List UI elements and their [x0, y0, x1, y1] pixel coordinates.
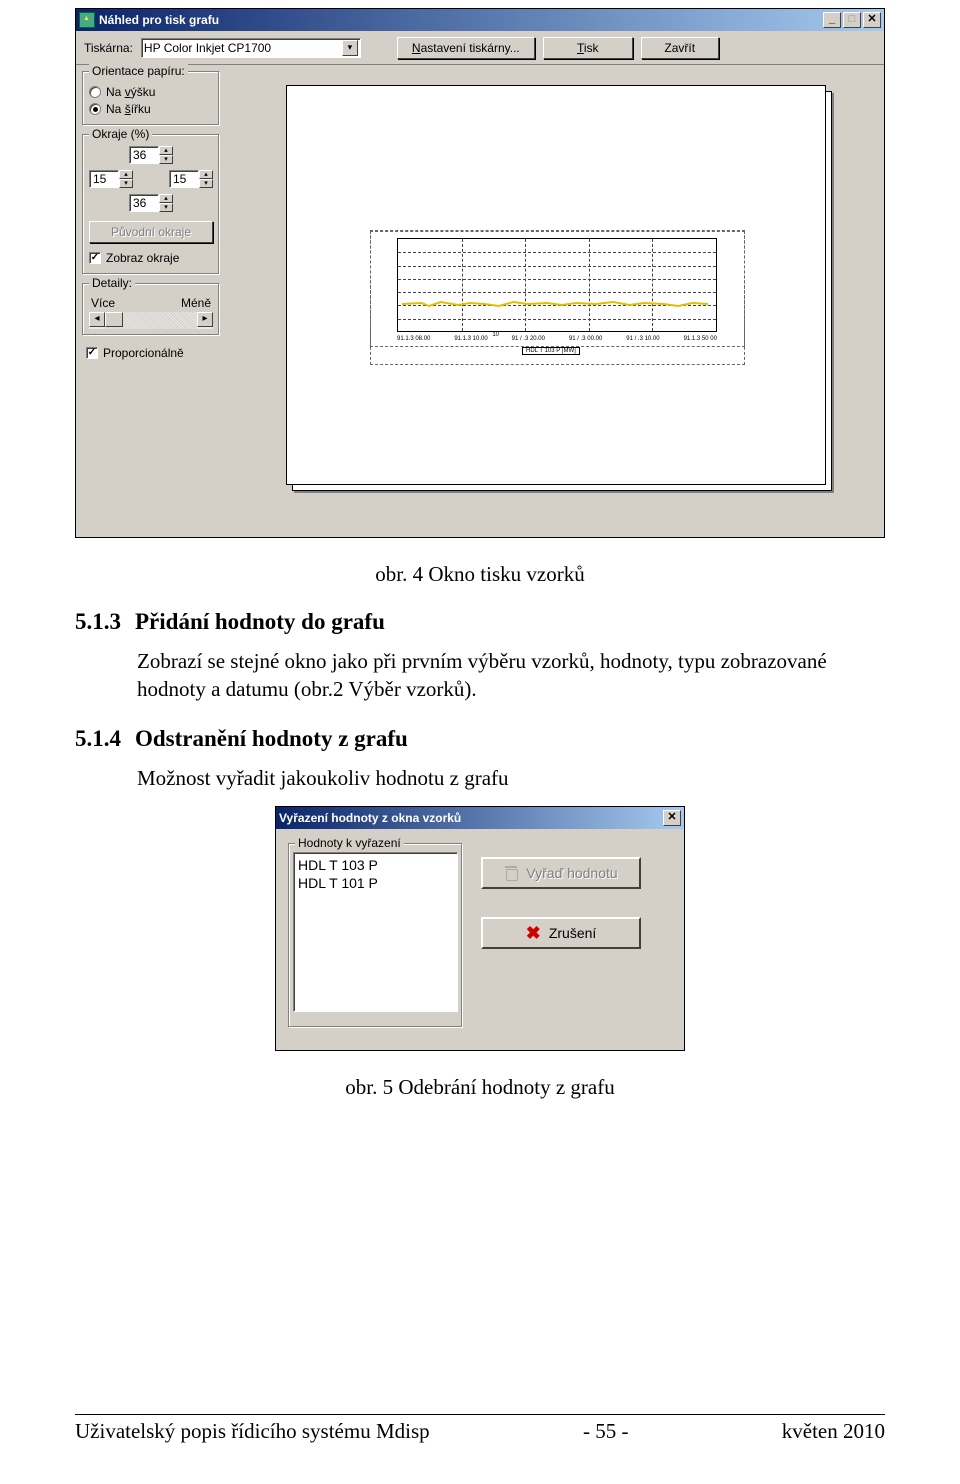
radio-landscape[interactable]: Na šířku — [89, 102, 213, 116]
print-preview-window: Náhled pro tisk grafu _ □ ✕ Tiskárna: HP… — [75, 8, 885, 538]
spin-down-icon[interactable]: ▾ — [199, 179, 213, 188]
details-slider[interactable]: ◂ ▸ — [89, 312, 213, 329]
checkbox-icon — [86, 347, 98, 359]
close-window-button[interactable]: ✕ — [663, 810, 681, 826]
window-title: Náhled pro tisk grafu — [99, 13, 219, 27]
figure-caption-5: obr. 5 Odebrání hodnoty z grafu — [75, 1075, 885, 1100]
arrow-left-icon[interactable]: ◂ — [89, 312, 105, 327]
spin-down-icon[interactable]: ▾ — [119, 179, 133, 188]
margins-group: Okraje (%) ▴▾ ▴▾ — [82, 134, 220, 275]
radio-icon — [89, 103, 101, 115]
spin-down-icon[interactable]: ▾ — [159, 203, 173, 212]
trash-icon — [504, 866, 518, 880]
section-513-title: 5.1.3Přidání hodnoty do grafu — [75, 609, 885, 635]
radio-icon — [89, 86, 101, 98]
close-button[interactable]: Zavřít — [641, 37, 719, 59]
margin-top-spinner[interactable]: ▴▾ — [129, 145, 173, 165]
chart-x-labels: 91.1.3 08.00 91.1.3 10.00 91 / .3 20.00 … — [397, 336, 717, 342]
maximize-button[interactable]: □ — [843, 12, 861, 28]
figure-caption-4: obr. 4 Okno tisku vzorků — [75, 562, 885, 587]
print-button[interactable]: Tisk — [543, 37, 633, 59]
titlebar[interactable]: Náhled pro tisk grafu _ □ ✕ — [76, 9, 884, 31]
checkbox-icon — [89, 252, 101, 264]
margin-right-input[interactable] — [169, 170, 199, 188]
details-less-label: Méně — [181, 296, 211, 310]
toolbar: Tiskárna: HP Color Inkjet CP1700 ▾ Nasta… — [76, 31, 884, 65]
printer-select[interactable]: HP Color Inkjet CP1700 ▾ — [141, 38, 361, 58]
margins-legend: Okraje (%) — [89, 127, 152, 141]
values-legend: Hodnoty k vyřazení — [295, 836, 404, 850]
remove-value-dialog: Vyřazení hodnoty z okna vzorků ✕ Hodnoty… — [275, 806, 685, 1051]
titlebar[interactable]: Vyřazení hodnoty z okna vzorků ✕ — [276, 807, 684, 829]
dialog-title: Vyřazení hodnoty z okna vzorků — [279, 811, 461, 825]
values-listbox[interactable]: HDL T 103 P HDL T 101 P — [293, 852, 458, 1012]
section-514-title: 5.1.4Odstranění hodnoty z grafu — [75, 726, 885, 752]
remove-value-button[interactable]: Vyřaď hodnotu — [481, 857, 641, 889]
arrow-right-icon[interactable]: ▸ — [197, 312, 213, 327]
spin-up-icon[interactable]: ▴ — [159, 146, 173, 155]
close-window-button[interactable]: ✕ — [863, 12, 881, 28]
margin-left-spinner[interactable]: ▴▾ — [89, 169, 133, 189]
section-514-body: Možnost vyřadit jakoukoliv hodnotu z gra… — [137, 764, 885, 792]
preview-area: 90 28 28 24 22 20 13 10 — [226, 65, 884, 537]
show-margins-checkbox[interactable]: Zobraz okraje — [89, 251, 213, 265]
cancel-button[interactable]: ✖ Zrušení — [481, 917, 641, 949]
chart-preview — [397, 238, 717, 332]
list-item[interactable]: HDL T 101 P — [298, 874, 453, 892]
footer-right: květen 2010 — [782, 1419, 885, 1444]
printer-settings-button[interactable]: Nastavení tiskárny... — [397, 37, 535, 59]
spin-down-icon[interactable]: ▾ — [159, 155, 173, 164]
margin-top-input[interactable] — [129, 146, 159, 164]
spin-up-icon[interactable]: ▴ — [119, 170, 133, 179]
app-icon — [79, 12, 95, 28]
orientation-legend: Orientace papíru: — [89, 64, 188, 78]
margin-right-spinner[interactable]: ▴▾ — [169, 169, 213, 189]
margin-left-input[interactable] — [89, 170, 119, 188]
details-legend: Detaily: — [89, 276, 135, 290]
spin-up-icon[interactable]: ▴ — [199, 170, 213, 179]
margin-bottom-input[interactable] — [129, 194, 159, 212]
section-513-body: Zobrazí se stejné okno jako při prvním v… — [137, 647, 885, 704]
radio-portrait[interactable]: Na výšku — [89, 85, 213, 99]
orientation-group: Orientace papíru: Na výšku Na šířku — [82, 71, 220, 126]
chart-legend: HDL T 103 P [MW] — [522, 347, 580, 355]
list-item[interactable]: HDL T 103 P — [298, 856, 453, 874]
details-group: Detaily: Více Méně ◂ ▸ — [82, 283, 220, 336]
footer-left: Uživatelský popis řídicího systému Mdisp — [75, 1419, 430, 1444]
minimize-button[interactable]: _ — [823, 12, 841, 28]
spin-up-icon[interactable]: ▴ — [159, 194, 173, 203]
original-margins-button[interactable]: Původní okraje — [89, 221, 213, 243]
proportional-checkbox[interactable]: Proporcionálně — [86, 346, 220, 360]
chevron-down-icon[interactable]: ▾ — [342, 40, 358, 56]
details-more-label: Více — [91, 296, 115, 310]
plot-line — [402, 297, 712, 305]
values-group: Hodnoty k vyřazení HDL T 103 P HDL T 101… — [288, 843, 463, 1028]
printer-label: Tiskárna: — [84, 41, 133, 55]
x-icon: ✖ — [526, 926, 541, 940]
margin-bottom-spinner[interactable]: ▴▾ — [129, 193, 173, 213]
footer-center: - 55 - — [583, 1419, 629, 1444]
printer-value: HP Color Inkjet CP1700 — [144, 41, 342, 55]
page-footer: Uživatelský popis řídicího systému Mdisp… — [75, 1414, 885, 1444]
paper-front: 90 28 28 24 22 20 13 10 — [286, 85, 826, 485]
side-panel: Orientace papíru: Na výšku Na šířku Okra… — [76, 65, 226, 537]
slider-thumb[interactable] — [105, 312, 123, 327]
